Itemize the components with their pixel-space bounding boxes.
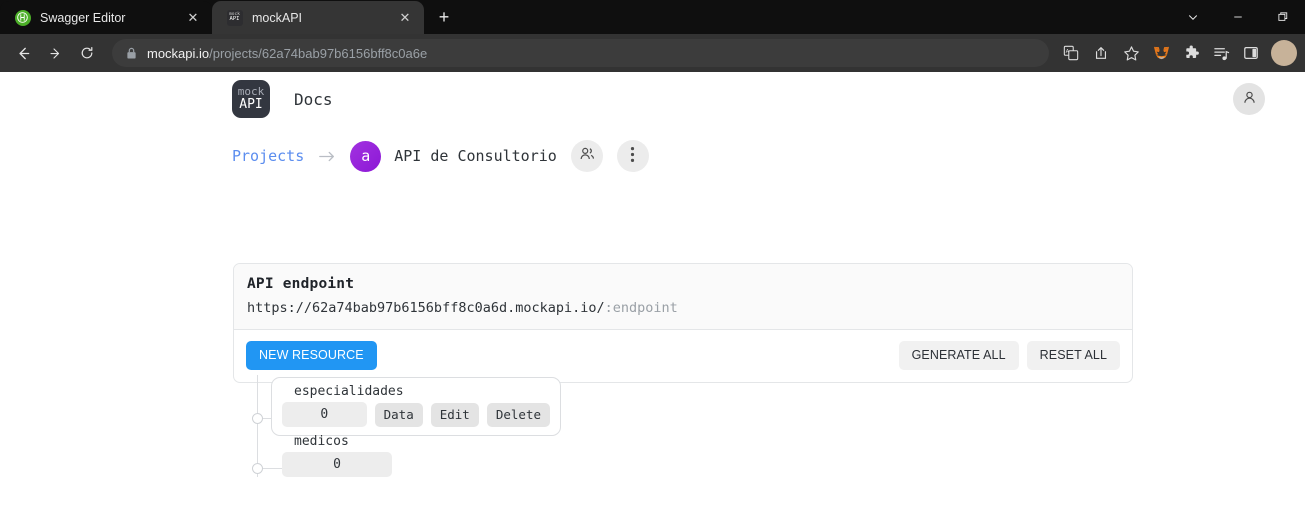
project-avatar: a <box>350 140 382 172</box>
resource-item-medicos[interactable]: medicos 0 <box>271 427 561 486</box>
three-dots-icon <box>630 146 635 167</box>
project-more-button[interactable] <box>616 140 649 172</box>
people-icon <box>578 146 596 166</box>
page-title: API de Consultorio <box>394 147 557 165</box>
project-members-button[interactable] <box>570 140 603 172</box>
favicon-api-text: API <box>229 16 240 22</box>
url-text: mockapi.io/projects/62a74bab97b6156bff8c… <box>147 46 427 61</box>
reading-list-icon[interactable] <box>1207 39 1235 67</box>
new-resource-button[interactable]: NEW RESOURCE <box>246 341 377 370</box>
swagger-icon <box>14 9 31 26</box>
resource-count[interactable]: 0 <box>282 402 367 427</box>
resource-tree: especialidades 0 Data Edit Delete medico… <box>233 375 1133 495</box>
new-tab-button[interactable]: + <box>430 3 458 31</box>
reset-all-button[interactable]: RESET ALL <box>1026 341 1120 370</box>
close-icon[interactable]: ✕ <box>396 9 414 27</box>
api-endpoint-card: API endpoint https://62a74bab97b6156bff8… <box>233 263 1133 383</box>
bookmark-star-icon[interactable] <box>1117 39 1145 67</box>
resource-edit-button[interactable]: Edit <box>430 402 479 427</box>
breadcrumb-projects-link[interactable]: Projects <box>232 147 304 165</box>
browser-window: Swagger Editor ✕ mock API mockAPI ✕ + mo… <box>0 0 1305 519</box>
lock-icon <box>126 47 138 60</box>
forward-icon[interactable] <box>40 38 70 68</box>
breadcrumb: Projects a API de Consultorio <box>0 126 1305 172</box>
back-icon[interactable] <box>8 38 38 68</box>
logo-api-text: API <box>239 96 263 112</box>
resource-row: especialidades 0 Data Edit Delete <box>233 375 1133 436</box>
address-bar[interactable]: mockapi.io/projects/62a74bab97b6156bff8c… <box>112 39 1049 67</box>
extensions-icon[interactable] <box>1177 39 1205 67</box>
docs-link[interactable]: Docs <box>294 90 333 109</box>
metamask-icon[interactable] <box>1147 39 1175 67</box>
share-icon[interactable] <box>1087 39 1115 67</box>
resource-delete-button[interactable]: Delete <box>486 402 550 427</box>
site-header: mock API Docs <box>0 72 1305 126</box>
api-endpoint-url-param: :endpoint <box>604 300 678 316</box>
url-domain: mockapi.io <box>147 45 210 61</box>
api-endpoint-actions: NEW RESOURCE GENERATE ALL RESET ALL <box>234 330 1132 382</box>
resource-name: especialidades <box>294 384 404 399</box>
resource-row-controls: 0 <box>282 452 550 477</box>
user-icon <box>1241 89 1258 110</box>
arrow-right-icon <box>318 150 336 163</box>
api-endpoint-url-base: https://62a74bab97b6156bff8c0a6d.mockapi… <box>247 300 605 316</box>
resource-count[interactable]: 0 <box>282 452 392 477</box>
tree-node-dot <box>252 413 263 424</box>
resource-row-controls: 0 Data Edit Delete <box>282 402 550 427</box>
minimize-icon[interactable] <box>1215 0 1260 34</box>
generate-all-button[interactable]: GENERATE ALL <box>898 341 1019 370</box>
window-controls <box>1170 0 1305 34</box>
restore-icon[interactable] <box>1260 0 1305 34</box>
tab-strip: Swagger Editor ✕ mock API mockAPI ✕ + <box>0 0 1305 34</box>
resource-name: medicos <box>294 434 349 449</box>
resource-row: medicos 0 <box>233 425 1133 477</box>
chrome-profile-avatar[interactable] <box>1271 40 1297 66</box>
browser-tab-swagger-editor[interactable]: Swagger Editor ✕ <box>0 1 212 34</box>
account-button[interactable] <box>1233 83 1265 115</box>
resource-data-button[interactable]: Data <box>374 402 423 427</box>
tab-title: mockAPI <box>252 10 303 25</box>
bulk-actions: GENERATE ALL RESET ALL <box>898 341 1120 370</box>
api-endpoint-url[interactable]: https://62a74bab97b6156bff8c0a6d.mockapi… <box>247 300 1118 316</box>
browser-tab-mockapi[interactable]: mock API mockAPI ✕ <box>212 1 424 34</box>
close-icon[interactable]: ✕ <box>184 9 202 27</box>
svg-text:A: A <box>1066 49 1070 55</box>
browser-toolbar: mockapi.io/projects/62a74bab97b6156bff8c… <box>0 34 1305 72</box>
tab-title: Swagger Editor <box>40 10 126 25</box>
side-panel-icon[interactable] <box>1237 39 1265 67</box>
url-path: /projects/62a74bab97b6156bff8c0a6e <box>209 45 428 61</box>
reload-icon[interactable] <box>72 38 102 68</box>
page-content: mock API Docs Projects a API de Consulto <box>0 72 1305 519</box>
mockapi-icon: mock API <box>226 9 243 26</box>
mockapi-logo[interactable]: mock API <box>232 80 270 118</box>
api-endpoint-title: API endpoint <box>247 276 355 292</box>
chevron-down-icon[interactable] <box>1170 0 1215 34</box>
api-endpoint-info: API endpoint https://62a74bab97b6156bff8… <box>234 264 1132 330</box>
translate-icon[interactable]: A <box>1057 39 1085 67</box>
tree-node-dot <box>252 463 263 474</box>
